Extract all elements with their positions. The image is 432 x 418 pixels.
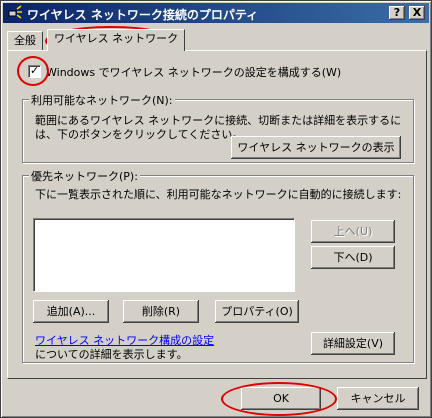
help-button[interactable]: ? <box>389 6 405 20</box>
configure-checkbox[interactable]: ✓ <box>28 64 41 78</box>
close-button[interactable]: X <box>409 6 425 20</box>
available-description-line2: は、下のボタンをクリックしてください。 <box>35 128 244 141</box>
properties-dialog: ワイヤレス ネットワーク接続のプロパティ ? X 全般 ワイヤレス ネットワーク… <box>0 0 432 418</box>
add-button[interactable]: 追加(A)... <box>33 300 109 323</box>
title-bar[interactable]: ワイヤレス ネットワーク接続のプロパティ ? X <box>3 3 429 23</box>
tab-general[interactable]: 全般 <box>7 31 43 50</box>
preferred-networks-legend: 優先ネットワーク(P): <box>29 168 140 184</box>
available-networks-group: 利用可能なネットワーク(N): 範囲にあるワイヤレス ネットワークに接続、切断ま… <box>22 92 414 163</box>
advanced-button[interactable]: 詳細設定(V) <box>311 332 395 355</box>
preferred-networks-group: 優先ネットワーク(P): 下に一覧表示された順に、利用可能なネットワークに自動的… <box>22 168 414 363</box>
remove-button[interactable]: 削除(R) <box>123 300 199 323</box>
cancel-button[interactable]: キャンセル <box>337 387 419 410</box>
tab-wireless-networks[interactable]: ワイヤレス ネットワーク <box>47 29 186 51</box>
configure-checkbox-label[interactable]: Windows でワイヤレス ネットワークの設定を構成する(W) <box>46 64 341 80</box>
window-title: ワイヤレス ネットワーク接続のプロパティ <box>27 8 259 22</box>
tab-panel: ✓ Windows でワイヤレス ネットワークの設定を構成する(W) 利用可能な… <box>7 50 427 379</box>
show-wireless-networks-button[interactable]: ワイヤレス ネットワークの表示 <box>231 136 401 159</box>
properties-button[interactable]: プロパティ(O) <box>215 300 299 323</box>
move-up-button[interactable]: 上へ(U) <box>311 220 395 243</box>
check-icon: ✓ <box>30 64 40 77</box>
available-networks-legend: 利用可能なネットワーク(N): <box>29 92 175 108</box>
preferred-networks-list[interactable] <box>33 218 295 292</box>
move-down-button[interactable]: 下へ(D) <box>311 246 395 269</box>
wireless-config-link-suffix: についての詳細を表示します。 <box>35 348 188 361</box>
ok-button[interactable]: OK <box>241 387 321 410</box>
network-connection-icon <box>8 5 22 19</box>
preferred-description: 下に一覧表示された順に、利用可能なネットワークに自動的に接続します: <box>35 188 402 201</box>
